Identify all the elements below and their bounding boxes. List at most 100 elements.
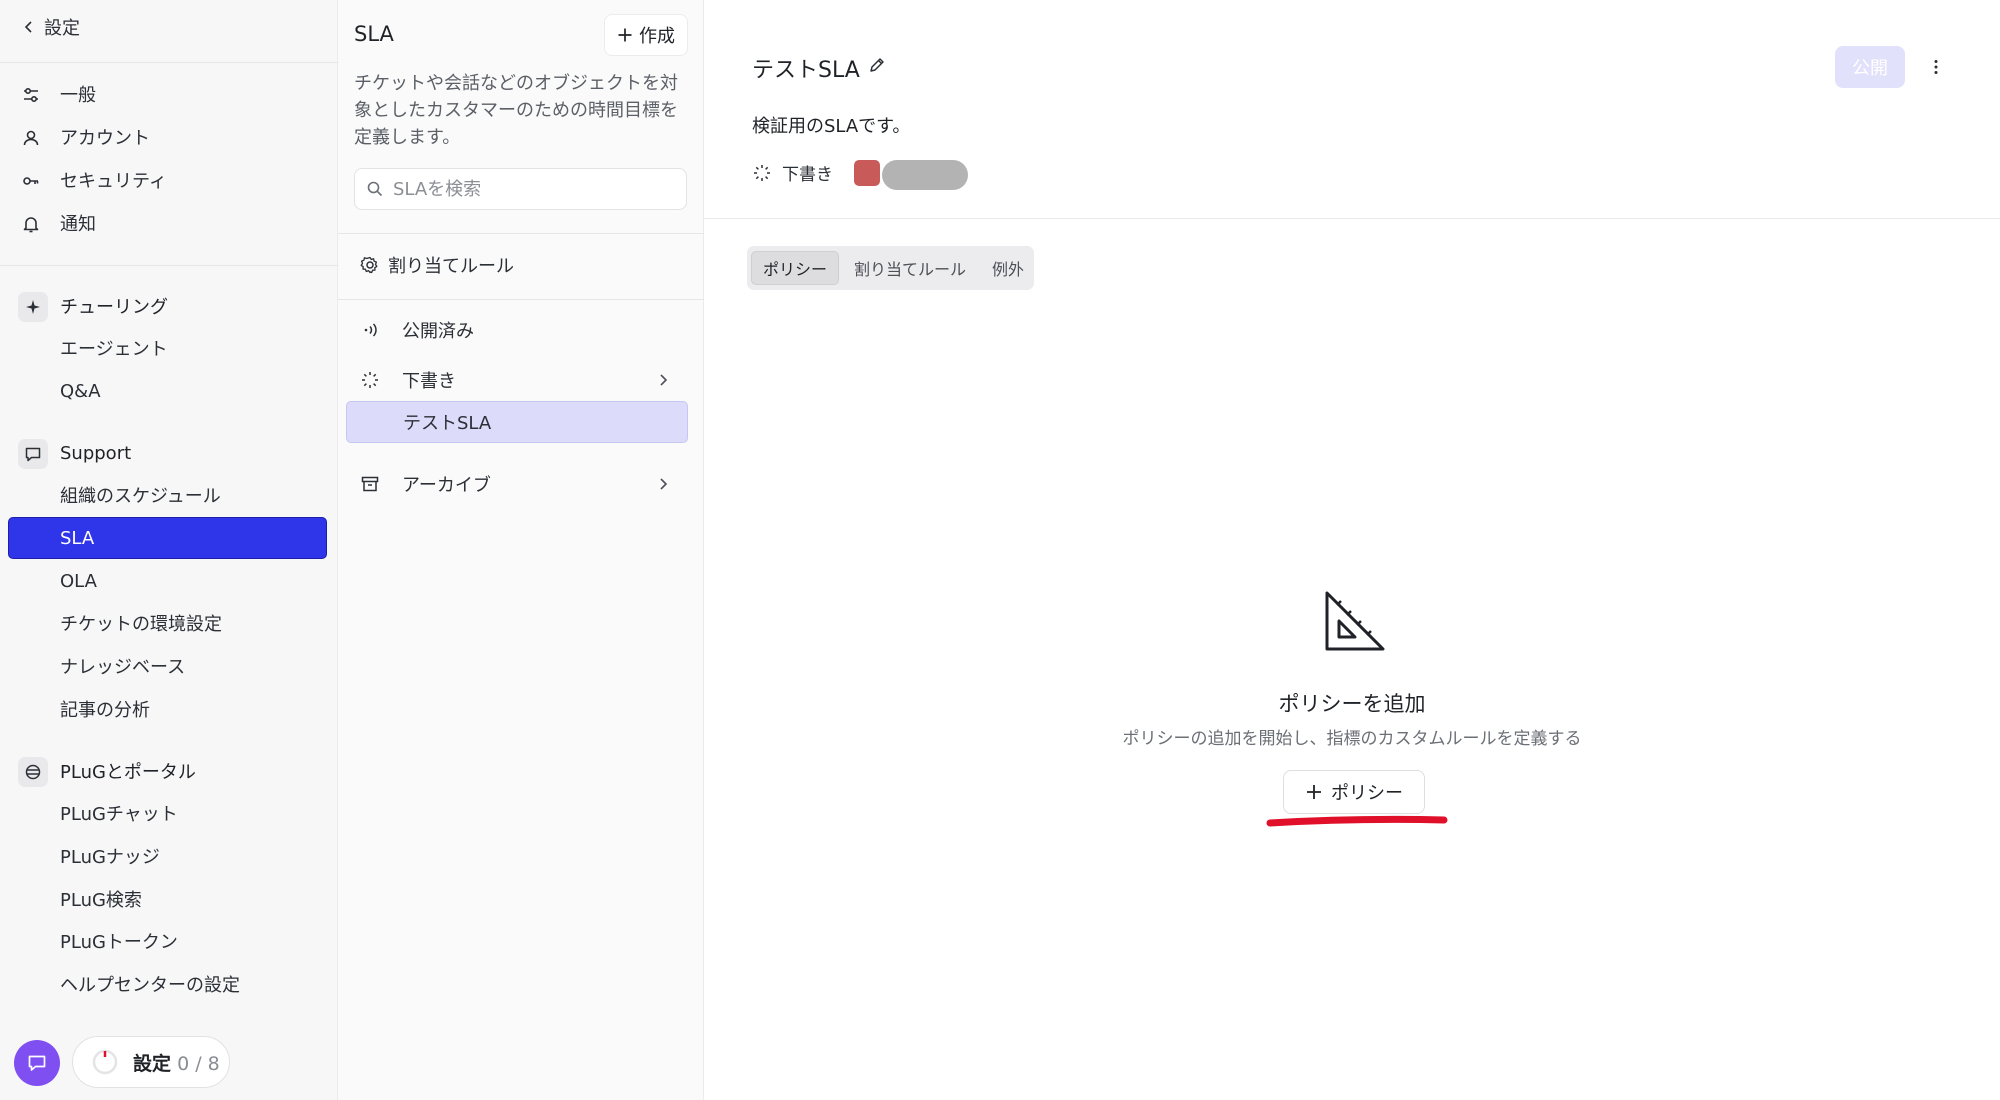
- sidebar-section-turing[interactable]: チューリング: [0, 286, 338, 326]
- sidebar-item-notifications[interactable]: 通知: [0, 203, 338, 243]
- sidebar-item-label: セキュリティ: [60, 171, 167, 192]
- detail-tabs: ポリシー 割り当てルール 例外: [747, 246, 1034, 290]
- sidebar-item-label: PLuGチャット: [60, 804, 178, 825]
- pencil-icon[interactable]: [868, 56, 886, 74]
- sliders-icon: [22, 86, 40, 104]
- sidebar-item-sla[interactable]: SLA: [8, 517, 327, 559]
- sidebar-item-general[interactable]: 一般: [0, 74, 338, 114]
- search-icon: [367, 181, 383, 197]
- list-panel-divider: [338, 233, 704, 234]
- owner-avatar[interactable]: [854, 160, 880, 186]
- sidebar-item-agents[interactable]: エージェント: [0, 328, 338, 368]
- sidebar-item-label: Q&A: [60, 380, 101, 402]
- sidebar-item-label: エージェント: [60, 339, 168, 360]
- chat-bubble-icon: [18, 439, 48, 469]
- sidebar-item-help-center-settings[interactable]: ヘルプセンターの設定: [0, 964, 338, 1004]
- sidebar-item-label: 通知: [60, 214, 96, 235]
- setup-progress-label: 設定: [133, 1052, 172, 1075]
- create-button-label: 作成: [639, 26, 675, 47]
- sidebar-item-label: 一般: [60, 85, 96, 106]
- chevron-right-icon: [660, 478, 668, 490]
- chat-bubble-icon: [28, 1055, 46, 1071]
- draft-group-label: 下書き: [402, 371, 456, 392]
- published-group[interactable]: 公開済み: [346, 309, 688, 351]
- list-panel-title: SLA: [354, 22, 394, 46]
- sidebar-item-knowledge-base[interactable]: ナレッジベース: [0, 646, 338, 686]
- gear-icon: [360, 255, 380, 275]
- chevron-left-icon: [24, 21, 32, 33]
- sidebar-item-label: OLA: [60, 570, 97, 592]
- list-panel-description: チケットや会話などのオブジェクトを対象としたカスタマーのための時間目標を定義しま…: [354, 73, 678, 148]
- sidebar-item-plug-nudge[interactable]: PLuGナッジ: [0, 836, 338, 876]
- sidebar-item-label: ナレッジベース: [60, 657, 186, 678]
- sidebar-section-plug-portal[interactable]: PLuGとポータル: [0, 751, 338, 791]
- bell-icon: [22, 215, 40, 233]
- back-link-label: 設定: [44, 18, 80, 39]
- sla-search-input[interactable]: [393, 178, 673, 200]
- setup-progress-count: 0 / 8: [177, 1052, 220, 1075]
- sidebar-section-support[interactable]: Support: [0, 433, 338, 473]
- tab-assignment-rules[interactable]: 割り当てルール: [843, 251, 977, 285]
- chevron-right-icon: [660, 374, 668, 386]
- archive-box-icon: [360, 474, 380, 494]
- owner-name-redacted: [882, 160, 968, 190]
- sidebar-divider: [0, 265, 338, 266]
- tab-policy[interactable]: ポリシー: [751, 251, 840, 285]
- sidebar-item-label: ヘルプセンターの設定: [60, 975, 240, 996]
- sidebar-item-account[interactable]: アカウント: [0, 117, 338, 157]
- sidebar-item-security[interactable]: セキュリティ: [0, 160, 338, 200]
- add-policy-button[interactable]: ポリシー: [1283, 770, 1425, 814]
- archive-group-label: アーカイブ: [402, 475, 491, 496]
- assignment-rules-item[interactable]: 割り当てルール: [346, 244, 688, 286]
- more-vertical-icon: [1934, 60, 1938, 74]
- draft-group[interactable]: 下書き: [346, 359, 688, 401]
- publish-button[interactable]: 公開: [1835, 46, 1905, 88]
- empty-state-title: ポリシーを追加: [1278, 692, 1426, 716]
- sidebar-item-plug-chat[interactable]: PLuGチャット: [0, 793, 338, 833]
- assignment-rules-label: 割り当てルール: [388, 256, 514, 277]
- progress-ring-icon: [92, 1049, 118, 1075]
- add-policy-label: ポリシー: [1331, 783, 1403, 804]
- back-to-settings-link[interactable]: 設定: [22, 14, 80, 40]
- sparkle-icon: [18, 292, 48, 322]
- sla-title: テストSLA: [752, 58, 860, 83]
- sidebar-item-qa[interactable]: Q&A: [0, 371, 338, 411]
- sla-list-item-label: テストSLA: [403, 413, 492, 434]
- sla-search-box[interactable]: [354, 168, 687, 210]
- sla-status-label: 下書き: [782, 165, 833, 185]
- sidebar-item-plug-token[interactable]: PLuGトークン: [0, 921, 338, 961]
- sidebar-item-plug-search[interactable]: PLuG検索: [0, 879, 338, 919]
- list-panel-divider: [338, 299, 704, 300]
- settings-sidebar: 設定 一般 アカウント セキュリティ 通知 チューリング エージェント Q&A …: [0, 0, 338, 1100]
- sla-description: 検証用のSLAです。: [752, 116, 911, 137]
- sidebar-section-label: PLuGとポータル: [60, 762, 196, 783]
- support-chat-button[interactable]: [14, 1040, 60, 1086]
- sidebar-item-label: アカウント: [60, 128, 150, 149]
- draft-spinner-icon: [754, 164, 770, 181]
- header-divider: [704, 218, 2000, 219]
- draft-spinner-icon: [360, 370, 380, 390]
- more-options-button[interactable]: [1926, 56, 1946, 78]
- key-icon: [22, 172, 40, 190]
- annotation-underline: [1266, 815, 1448, 827]
- user-icon: [22, 129, 40, 147]
- sla-status: 下書き: [752, 160, 833, 185]
- tab-exceptions[interactable]: 例外: [981, 251, 1035, 285]
- sla-list-item[interactable]: テストSLA: [346, 401, 688, 443]
- sidebar-item-label: チケットの環境設定: [60, 614, 222, 635]
- sidebar-item-article-analytics[interactable]: 記事の分析: [0, 689, 338, 729]
- empty-state-subtitle: ポリシーの追加を開始し、指標のカスタムルールを定義する: [1122, 729, 1582, 749]
- sidebar-item-ticket-preferences[interactable]: チケットの環境設定: [0, 603, 338, 643]
- create-sla-button[interactable]: 作成: [604, 14, 688, 56]
- setup-progress[interactable]: 設定 0 / 8: [72, 1036, 230, 1088]
- archive-group[interactable]: アーカイブ: [346, 463, 688, 505]
- sidebar-item-label: PLuG検索: [60, 890, 142, 911]
- plus-icon: [1307, 785, 1321, 799]
- sidebar-section-label: チューリング: [60, 297, 168, 318]
- sidebar-item-org-schedule[interactable]: 組織のスケジュール: [0, 475, 338, 515]
- sidebar-section-label: Support: [60, 442, 132, 464]
- sidebar-item-label: 記事の分析: [60, 700, 150, 721]
- plus-icon: [618, 28, 632, 42]
- sidebar-item-label: 組織のスケジュール: [60, 486, 221, 507]
- sidebar-item-ola[interactable]: OLA: [0, 561, 338, 601]
